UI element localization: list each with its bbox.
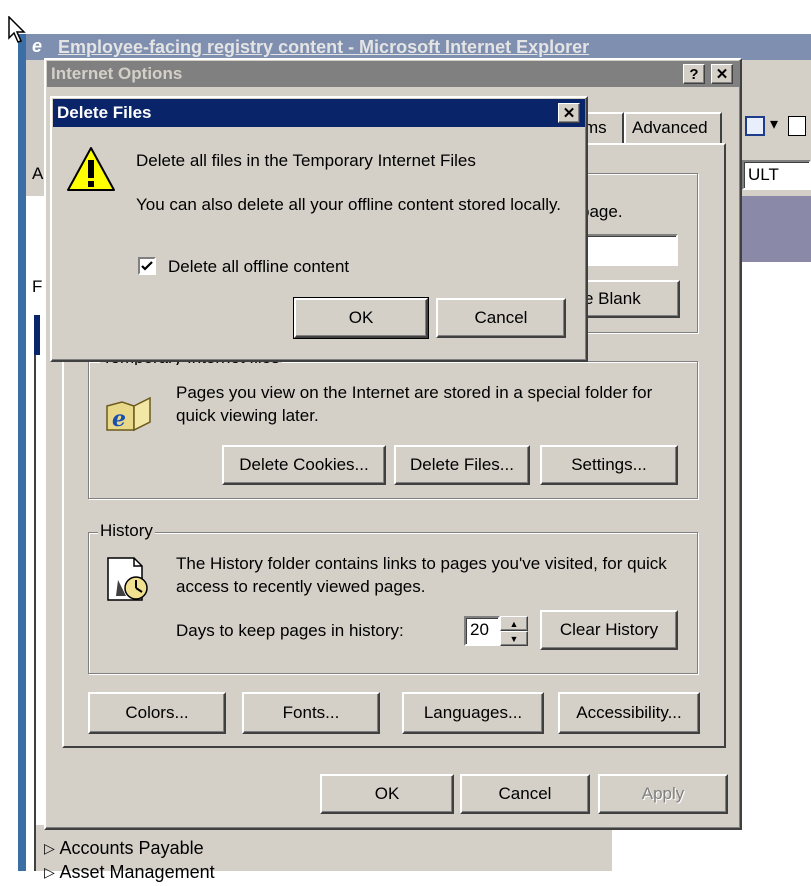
- help-icon: ?: [689, 65, 699, 83]
- tree-expand-icon: ▷: [44, 864, 55, 881]
- history-description: The History folder contains links to pag…: [176, 554, 667, 596]
- options-ok-label: OK: [374, 784, 400, 803]
- tree-item-label: Asset Management: [59, 862, 215, 883]
- fonts-label: Fonts...: [282, 703, 340, 722]
- delete-files-ok-button[interactable]: OK: [293, 297, 429, 339]
- ie-address-bar-right[interactable]: ULT: [742, 160, 811, 190]
- days-spinner[interactable]: ▲ ▼: [500, 616, 528, 646]
- clear-history-label: Clear History: [559, 620, 659, 639]
- delete-files-line1: Delete all files in the Temporary Intern…: [136, 151, 476, 170]
- delete-files-label: Delete Files...: [410, 455, 514, 474]
- ie-address-suffix: ULT: [748, 165, 779, 184]
- internet-options-title: Internet Options: [51, 64, 183, 83]
- languages-label: Languages...: [423, 703, 523, 722]
- tree-item-label: Accounts Payable: [59, 838, 204, 859]
- tree-expand-icon: ▷: [44, 840, 55, 857]
- edit-icon[interactable]: [745, 116, 765, 136]
- close-icon: ✕: [715, 65, 729, 83]
- options-ok-button[interactable]: OK: [320, 774, 454, 814]
- ie-content-header-band: [742, 196, 811, 262]
- options-cancel-label: Cancel: [498, 784, 552, 803]
- delete-files-close-button[interactable]: ✕: [558, 103, 580, 123]
- options-apply-button[interactable]: Apply: [598, 774, 728, 814]
- temp-files-description: Pages you view on the Internet are store…: [176, 383, 653, 425]
- ie-titlebar[interactable]: e Employee-facing registry content - Mic…: [26, 34, 811, 60]
- spinner-down-icon[interactable]: ▼: [500, 631, 528, 646]
- delete-cookies-label: Delete Cookies...: [239, 455, 369, 474]
- tab-advanced[interactable]: Advanced: [624, 112, 722, 144]
- close-icon: ✕: [562, 104, 576, 122]
- clear-history-button[interactable]: Clear History: [540, 610, 678, 650]
- svg-text:e: e: [112, 406, 126, 432]
- options-apply-label: Apply: [641, 784, 685, 803]
- delete-cookies-button[interactable]: Delete Cookies...: [222, 445, 386, 485]
- use-blank-label: e Blank: [584, 289, 641, 308]
- accessibility-button[interactable]: Accessibility...: [558, 692, 700, 734]
- delete-files-ok-label: OK: [348, 308, 374, 327]
- ie-window-title: Employee-facing registry content - Micro…: [58, 37, 590, 57]
- tab-advanced-label: Advanced: [632, 118, 708, 137]
- delete-files-cancel-label: Cancel: [474, 308, 528, 327]
- tree-item-accounts-payable[interactable]: ▷ Accounts Payable: [44, 838, 204, 862]
- warning-icon: [66, 146, 116, 192]
- fonts-button[interactable]: Fonts...: [242, 692, 380, 734]
- options-cancel-button[interactable]: Cancel: [460, 774, 590, 814]
- accessibility-label: Accessibility...: [576, 703, 682, 722]
- colors-label: Colors...: [125, 703, 189, 722]
- ie-frame-left-blue: [18, 34, 26, 871]
- ie-left-letter-1: F: [32, 277, 43, 296]
- internet-options-close-button[interactable]: ✕: [711, 64, 733, 84]
- temp-files-folder-icon: e: [104, 392, 154, 434]
- days-to-keep-value: 20: [470, 620, 489, 639]
- colors-button[interactable]: Colors...: [88, 692, 226, 734]
- dropdown-arrow-icon[interactable]: ▾: [770, 114, 778, 136]
- ie-address-label: A: [32, 164, 44, 183]
- delete-files-button[interactable]: Delete Files...: [394, 445, 530, 485]
- days-to-keep-label: Days to keep pages in history:: [176, 621, 404, 640]
- history-legend: History: [98, 521, 155, 540]
- checkmark-icon: [141, 261, 153, 271]
- delete-files-line2: You can also delete all your offline con…: [136, 195, 561, 214]
- days-to-keep-input[interactable]: 20: [464, 616, 500, 646]
- delete-offline-label[interactable]: Delete all offline content: [168, 256, 349, 278]
- settings-label: Settings...: [571, 455, 647, 474]
- history-calendar-icon: [104, 556, 154, 602]
- delete-files-titlebar[interactable]: Delete Files: [53, 99, 585, 127]
- languages-button[interactable]: Languages...: [402, 692, 544, 734]
- internet-options-titlebar[interactable]: Internet Options: [47, 61, 739, 87]
- spinner-up-icon[interactable]: ▲: [500, 616, 528, 631]
- mouse-cursor-icon: [8, 15, 28, 44]
- ie-logo-icon: e: [32, 36, 43, 56]
- delete-files-cancel-button[interactable]: Cancel: [436, 298, 566, 338]
- ie-left-blue-strip: [34, 315, 40, 355]
- discuss-icon[interactable]: [788, 116, 806, 136]
- delete-files-title: Delete Files: [57, 103, 152, 122]
- tree-item-asset-management[interactable]: ▷ Asset Management: [44, 862, 215, 886]
- settings-button[interactable]: Settings...: [540, 445, 678, 485]
- delete-offline-checkbox[interactable]: [138, 257, 156, 275]
- help-button[interactable]: ?: [683, 64, 705, 84]
